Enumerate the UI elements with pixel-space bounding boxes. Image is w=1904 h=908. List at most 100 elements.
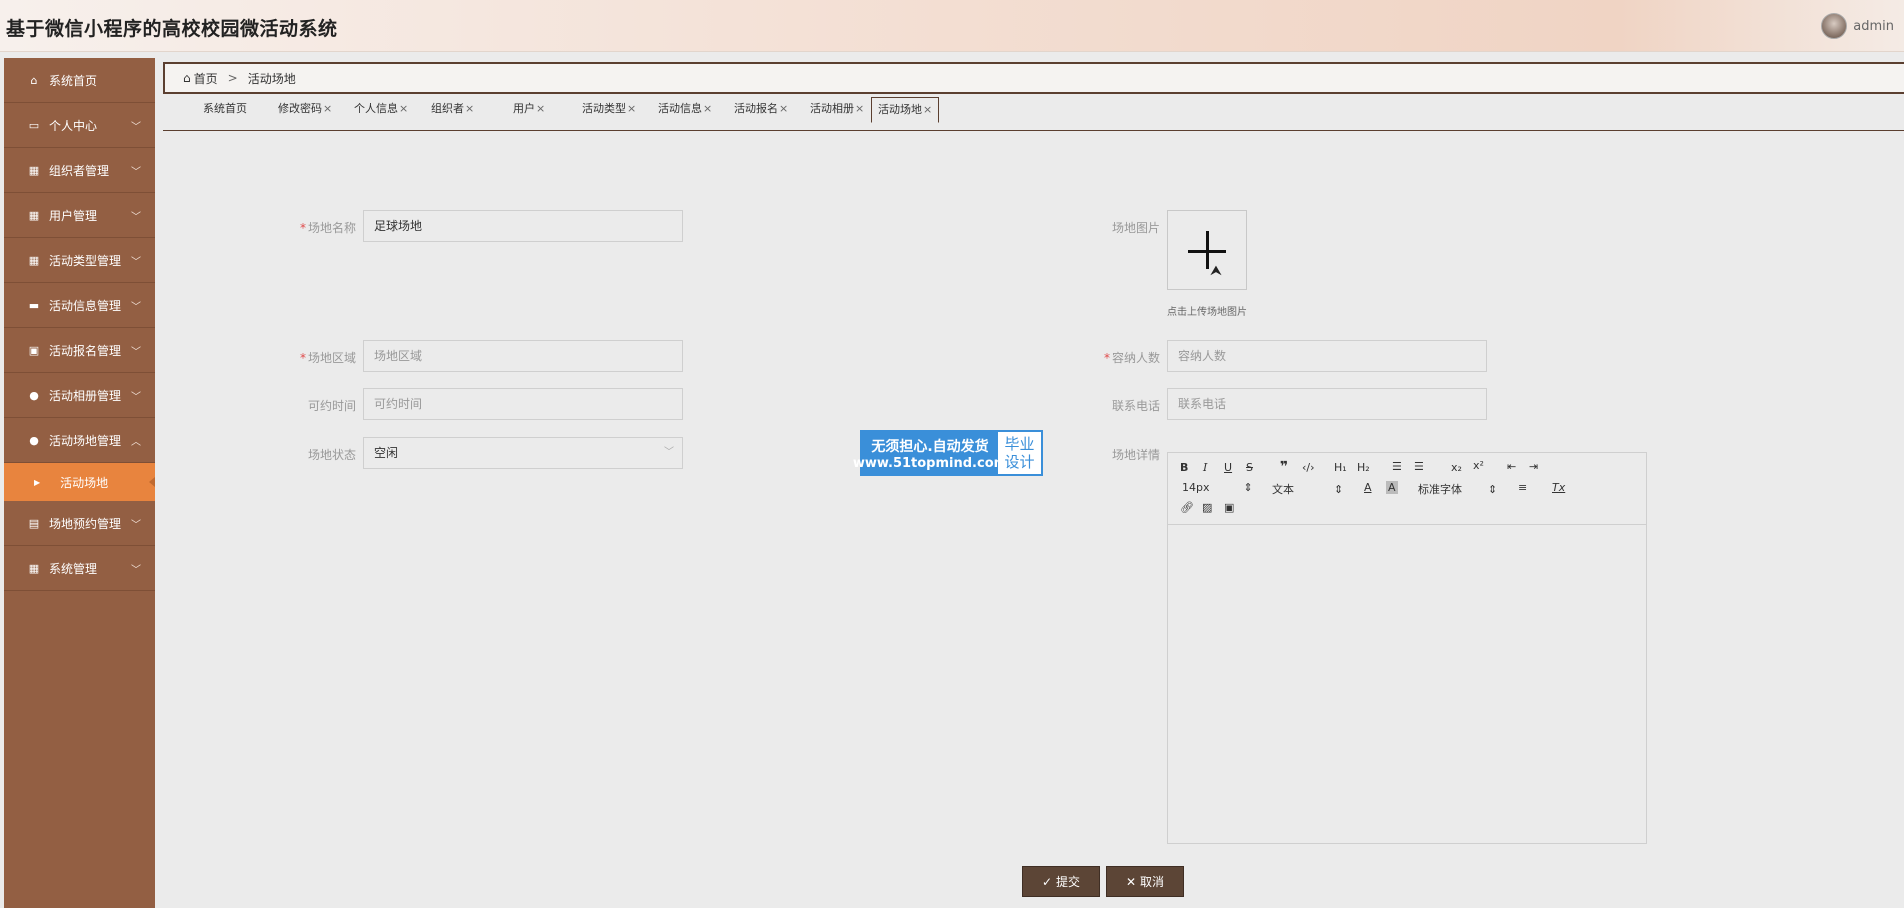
align-icon[interactable]: ≡ [1518, 481, 1527, 494]
background-color-icon[interactable]: A [1386, 481, 1398, 494]
select-arrows-icon: ⇕ [1334, 483, 1344, 496]
sidebar-item-reservations[interactable]: ▤ 场地预约管理 ﹀ [4, 501, 155, 546]
bold-icon[interactable]: B [1180, 461, 1188, 474]
breadcrumb: ⌂ 首页 > 活动场地 [163, 62, 1904, 94]
clear-format-icon[interactable]: Tx [1552, 481, 1565, 494]
sidebar-item-venues[interactable]: ● 活动场地管理 ︿ [4, 418, 155, 463]
avatar[interactable] [1821, 13, 1848, 39]
tab-personal-info[interactable]: 个人信息× [354, 97, 408, 123]
sidebar-item-label: 组织者管理 [49, 163, 110, 178]
venue-name-input[interactable]: 足球场地 [363, 210, 683, 242]
venue-status-select[interactable]: 空闲 ﹀ [363, 437, 683, 469]
submit-button[interactable]: ✓ 提交 [1022, 866, 1100, 897]
indent-icon[interactable]: ⇥ [1529, 460, 1538, 473]
bullet-list-icon[interactable]: ☰ [1414, 460, 1424, 473]
sidebar-item-users[interactable]: ▦ 用户管理 ﹀ [4, 193, 155, 238]
subscript-icon[interactable]: x₂ [1451, 461, 1462, 474]
editor-content[interactable] [1168, 525, 1646, 843]
tab-change-password[interactable]: 修改密码× [278, 97, 332, 123]
ordered-list-icon[interactable]: ☰ [1392, 460, 1402, 473]
sidebar-item-label: 系统首页 [49, 73, 98, 88]
user-icon: ● [29, 388, 39, 402]
available-time-label: 可约时间 [307, 399, 356, 413]
sidebar-item-registrations[interactable]: ▣ 活动报名管理 ﹀ [4, 328, 155, 373]
tab-label: 个人信息 [354, 102, 398, 115]
close-icon[interactable]: × [703, 102, 712, 115]
sidebar-item-organizers[interactable]: ▦ 组织者管理 ﹀ [4, 148, 155, 193]
tab-venue[interactable]: 活动场地× [871, 97, 940, 123]
sidebar-subitem-venue[interactable]: ▶ 活动场地 [4, 463, 155, 501]
sidebar-item-system[interactable]: ▦ 系统管理 ﹀ [4, 546, 155, 591]
underline-icon[interactable]: U [1224, 461, 1232, 474]
username[interactable]: admin [1853, 19, 1894, 34]
tab-activity-info[interactable]: 活动信息× [658, 97, 712, 123]
phone-label: 联系电话 [1111, 399, 1160, 413]
tab-home[interactable]: 系统首页 [203, 97, 247, 123]
check-icon: ✓ [1041, 874, 1053, 889]
sidebar-item-label: 活动相册管理 [49, 388, 122, 403]
sidebar-item-label: 场地预约管理 [49, 516, 122, 531]
tab-activity-type[interactable]: 活动类型× [582, 97, 636, 123]
venue-area-input[interactable]: 场地区域 [363, 340, 683, 372]
sidebar-item-profile[interactable]: ▭ 个人中心 ﹀ [4, 103, 155, 148]
briefcase-icon: ▣ [28, 343, 40, 357]
close-icon[interactable]: × [399, 102, 408, 115]
chevron-down-icon: ﹀ [131, 167, 141, 178]
close-icon[interactable]: × [536, 102, 545, 115]
phone-input[interactable]: 联系电话 [1167, 388, 1487, 420]
tab-user[interactable]: 用户× [513, 97, 545, 123]
image-icon[interactable]: ▨ [1202, 501, 1212, 514]
caret-right-icon: ▶ [34, 477, 41, 487]
chevron-down-icon: ﹀ [131, 347, 141, 358]
text-style-select[interactable]: 文本 ⇕ [1272, 481, 1343, 497]
editor-toolbar: B I U S ❞ ‹/› H₁ H₂ ☰ ☰ x₂ x² ⇤ ⇥ 14px ⇕ … [1168, 453, 1646, 525]
video-icon[interactable]: ▣ [1224, 501, 1234, 514]
close-icon[interactable]: × [323, 102, 332, 115]
app-title: 基于微信小程序的高校校园微活动系统 [6, 18, 338, 40]
code-icon[interactable]: ‹/› [1302, 461, 1315, 474]
outdent-icon[interactable]: ⇤ [1507, 460, 1516, 473]
cancel-button[interactable]: ✕ 取消 [1106, 866, 1184, 897]
capacity-input[interactable]: 容纳人数 [1167, 340, 1487, 372]
link-icon[interactable]: 🔗︎ [1180, 501, 1194, 514]
sidebar-item-activity-types[interactable]: ▦ 活动类型管理 ﹀ [4, 238, 155, 283]
italic-icon[interactable]: I [1203, 461, 1207, 474]
tab-organizer[interactable]: 组织者× [431, 97, 474, 123]
sidebar: ⌂ 系统首页 ▭ 个人中心 ﹀ ▦ 组织者管理 ﹀ ▦ 用户管理 ﹀ ▦ 活动类… [4, 58, 155, 908]
tab-album[interactable]: 活动相册× [810, 97, 864, 123]
active-indicator [149, 477, 155, 487]
mouse-cursor-icon: ⮝ [1210, 263, 1222, 279]
close-icon[interactable]: × [855, 102, 864, 115]
comment-icon: ▬ [28, 298, 40, 312]
tab-label: 活动类型 [582, 102, 626, 115]
superscript-icon[interactable]: x² [1473, 459, 1484, 472]
breadcrumb-separator: > [227, 71, 238, 85]
close-icon[interactable]: × [465, 102, 474, 115]
available-time-input[interactable]: 可约时间 [363, 388, 683, 420]
sidebar-item-home[interactable]: ⌂ 系统首页 [4, 58, 155, 103]
user-info[interactable]: admin [1821, 13, 1894, 39]
select-arrows-icon: ⇕ [1243, 481, 1253, 494]
font-family-select[interactable]: 标准字体 ⇕ [1418, 481, 1497, 497]
chevron-down-icon: ﹀ [131, 122, 141, 133]
heading-1-icon[interactable]: H₁ [1334, 461, 1347, 474]
tab-bar: 系统首页 修改密码× 个人信息× 组织者× 用户× 活动类型× 活动信息× 活动… [163, 97, 1904, 131]
close-icon[interactable]: × [923, 103, 932, 116]
image-upload-button[interactable]: ⮝ [1167, 210, 1247, 290]
chevron-down-icon: ﹀ [131, 212, 141, 223]
sidebar-item-label: 活动信息管理 [49, 298, 122, 313]
heading-2-icon[interactable]: H₂ [1357, 461, 1370, 474]
watermark-logo: 无须担心.自动发货 www.51topmind.com 毕业 设计 [853, 430, 1043, 476]
breadcrumb-home[interactable]: 首页 [194, 70, 218, 87]
sidebar-item-albums[interactable]: ● 活动相册管理 ﹀ [4, 373, 155, 418]
sidebar-item-activity-info[interactable]: ▬ 活动信息管理 ﹀ [4, 283, 155, 328]
font-color-icon[interactable]: A [1364, 481, 1372, 494]
font-size-select[interactable]: 14px ⇕ [1182, 481, 1253, 494]
close-icon[interactable]: × [779, 102, 788, 115]
close-icon[interactable]: × [627, 102, 636, 115]
strikethrough-icon[interactable]: S [1246, 461, 1253, 474]
blockquote-icon[interactable]: ❞ [1280, 459, 1288, 475]
sidebar-item-label: 活动类型管理 [49, 253, 122, 268]
chevron-down-icon: ﹀ [664, 447, 674, 458]
tab-registration[interactable]: 活动报名× [734, 97, 788, 123]
